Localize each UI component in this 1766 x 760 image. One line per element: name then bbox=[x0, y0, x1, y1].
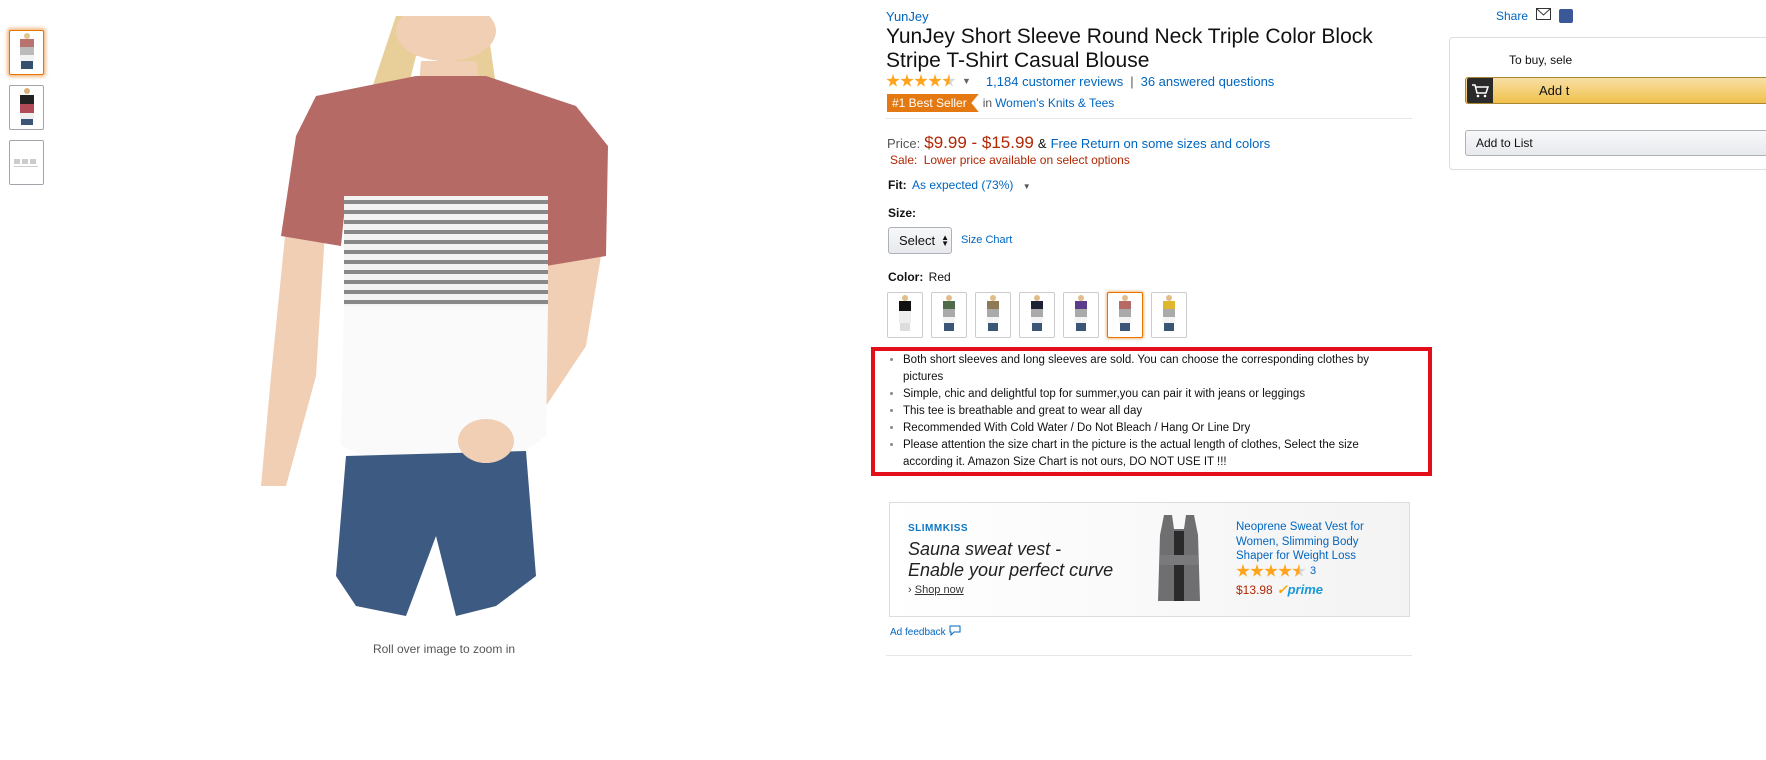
badge-in: in bbox=[982, 96, 993, 110]
divider bbox=[886, 655, 1412, 656]
size-select-value: Select bbox=[899, 233, 936, 248]
price-value: $9.99 - $15.99 bbox=[924, 133, 1034, 152]
speech-bubble-icon bbox=[949, 625, 961, 639]
size-chart-link[interactable]: Size Chart bbox=[961, 234, 1012, 246]
size-label: Size: bbox=[888, 206, 917, 220]
divider bbox=[886, 118, 1412, 119]
sale-label: Sale: bbox=[890, 153, 918, 167]
ad-rating-count: 3 bbox=[1310, 565, 1317, 577]
swatch-black-white[interactable] bbox=[887, 292, 923, 338]
size-select[interactable]: Select ▲ ▼ bbox=[888, 227, 952, 254]
ad-price-row: $13.98 ✓prime bbox=[1236, 582, 1323, 598]
add-to-cart-label: Add t bbox=[1539, 83, 1570, 98]
prime-icon: ✓prime bbox=[1276, 582, 1324, 597]
thumbnail-3[interactable] bbox=[9, 140, 44, 185]
swatch-yellow[interactable] bbox=[1151, 292, 1187, 338]
reviews-link[interactable]: 1,184 customer reviews bbox=[986, 74, 1123, 89]
color-row: Color: Red bbox=[888, 270, 951, 284]
list-item: This tee is breathable and great to wear… bbox=[903, 403, 1403, 420]
rating-row: ▼ 1,184 customer reviews | 36 answered q… bbox=[886, 72, 1274, 90]
ad-brand[interactable]: SLIMMKISS bbox=[908, 523, 968, 534]
price-row: Price: $9.99 - $15.99 & Free Return on s… bbox=[887, 133, 1270, 153]
fit-link[interactable]: As expected (73%) bbox=[912, 178, 1013, 192]
ad-product-title[interactable]: Neoprene Sweat Vest for Women, Slimming … bbox=[1236, 520, 1376, 564]
price-amp: & bbox=[1037, 136, 1047, 151]
share-row: Share bbox=[1496, 8, 1574, 23]
chevron-down-icon[interactable]: ▼ bbox=[1023, 182, 1031, 191]
brand-link[interactable]: YunJey bbox=[886, 9, 929, 24]
swatch-navy[interactable] bbox=[1019, 292, 1055, 338]
product-main-image[interactable] bbox=[246, 16, 612, 620]
ad-headline-line1: Sauna sweat vest - bbox=[908, 539, 1062, 559]
facebook-icon[interactable] bbox=[1559, 8, 1574, 23]
best-seller-badge[interactable]: #1 Best Seller bbox=[887, 94, 979, 112]
swatch-purple[interactable] bbox=[1063, 292, 1099, 338]
thumbnail-2[interactable] bbox=[9, 85, 44, 130]
prime-label: prime bbox=[1287, 582, 1324, 597]
shop-now-link[interactable]: › Shop now bbox=[908, 584, 964, 596]
email-icon[interactable] bbox=[1536, 8, 1552, 23]
list-item: Simple, chic and delightful top for summ… bbox=[903, 386, 1403, 403]
sponsored-ad[interactable]: SLIMMKISS Sauna sweat vest - Enable your… bbox=[889, 502, 1410, 617]
star-rating-icon bbox=[1236, 564, 1306, 578]
swatch-green[interactable] bbox=[931, 292, 967, 338]
ad-price: $13.98 bbox=[1236, 583, 1273, 597]
ad-rating[interactable]: 3 bbox=[1236, 564, 1316, 578]
list-item: Please attention the size chart in the p… bbox=[903, 437, 1403, 471]
updown-icon: ▲ ▼ bbox=[941, 232, 950, 248]
add-to-cart-button[interactable]: Add t bbox=[1465, 77, 1766, 104]
fit-row: Fit: As expected (73%) ▼ bbox=[888, 178, 1031, 192]
feature-bullets: Both short sleeves and long sleeves are … bbox=[903, 352, 1403, 471]
best-seller-row: #1 Best Seller in Women's Knits & Tees bbox=[887, 94, 1114, 112]
category-link[interactable]: Women's Knits & Tees bbox=[995, 96, 1114, 110]
list-item: Both short sleeves and long sleeves are … bbox=[903, 352, 1403, 386]
product-title: YunJey Short Sleeve Round Neck Triple Co… bbox=[886, 25, 1373, 72]
fit-label: Fit: bbox=[888, 178, 907, 192]
questions-link[interactable]: 36 answered questions bbox=[1141, 74, 1275, 89]
ad-feedback-link[interactable]: Ad feedback bbox=[890, 625, 961, 639]
zoom-hint: Roll over image to zoom in bbox=[372, 642, 516, 656]
color-value: Red bbox=[928, 270, 951, 284]
color-label: Color: bbox=[888, 270, 924, 284]
separator: | bbox=[1130, 73, 1134, 89]
sale-text: Lower price available on select options bbox=[923, 153, 1130, 167]
list-item: Recommended With Cold Water / Do Not Ble… bbox=[903, 420, 1403, 437]
star-rating-icon[interactable] bbox=[886, 74, 956, 88]
swatch-khaki[interactable] bbox=[975, 292, 1011, 338]
ad-product-image[interactable] bbox=[1152, 515, 1206, 605]
shop-now-label: Shop now bbox=[914, 584, 964, 596]
swatch-red[interactable] bbox=[1107, 292, 1143, 338]
ad-feedback-label: Ad feedback bbox=[890, 626, 946, 638]
chevron-right-icon: › bbox=[908, 584, 912, 596]
share-link[interactable]: Share bbox=[1496, 9, 1528, 23]
ad-headline-line2: Enable your perfect curve bbox=[908, 560, 1114, 580]
buy-box-text: To buy, sele bbox=[1509, 53, 1573, 67]
sale-row: Sale: Lower price available on select op… bbox=[890, 153, 1130, 167]
price-label: Price: bbox=[887, 136, 921, 151]
chevron-down-icon[interactable]: ▼ bbox=[962, 76, 971, 86]
add-to-list-button[interactable]: Add to List bbox=[1465, 130, 1766, 156]
free-return-link[interactable]: Free Return on some sizes and colors bbox=[1051, 136, 1271, 151]
cart-icon bbox=[1467, 78, 1493, 103]
thumbnail-1[interactable] bbox=[9, 30, 44, 75]
